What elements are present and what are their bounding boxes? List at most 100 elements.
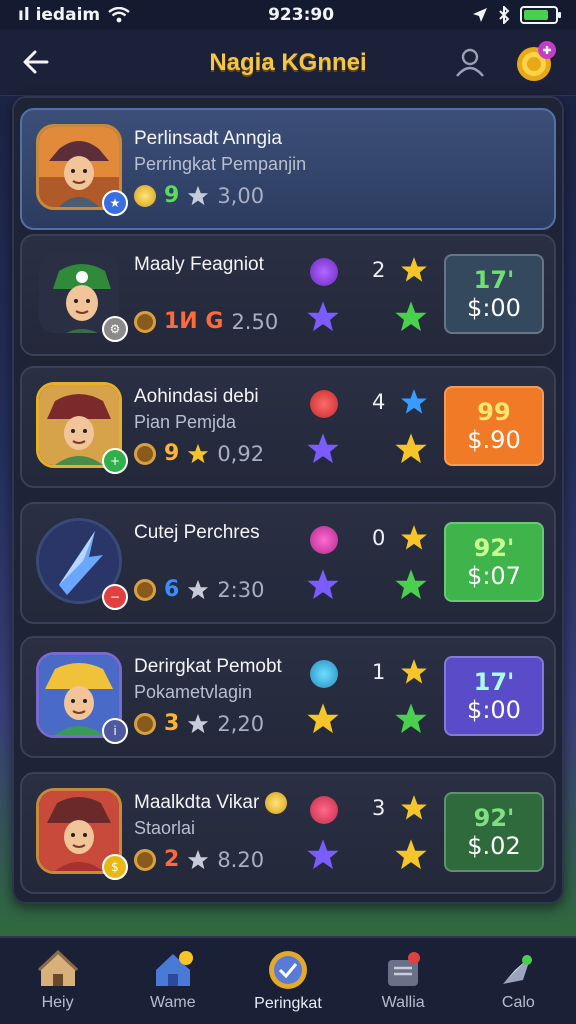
price-top: 92' (473, 804, 515, 832)
player-subtitle: Perringkat Pempanjin (134, 154, 307, 174)
reward-count: 0 (372, 526, 386, 550)
player-score: 8.20 (217, 847, 265, 872)
coin-icon (134, 184, 156, 207)
gold-star-icon (401, 659, 427, 684)
wallet-icon (388, 952, 421, 986)
avatar: − (36, 518, 128, 610)
player-stats: 2 8.20 (134, 847, 264, 872)
player-level: 2 (164, 847, 180, 872)
price-top: 99 (477, 398, 511, 426)
leaderboard-card[interactable]: + Aohindasi debi Pian Pemjda 9 0,92 4 99… (20, 366, 556, 488)
gem-icon (310, 796, 338, 824)
player-name: Perlinsadt Anngia (134, 128, 282, 149)
rewards-cluster: 0 (307, 518, 438, 614)
leaderboard-card[interactable]: − Cutej Perchres 6 2:30 0 92' $:07 (20, 502, 556, 624)
rewards-cluster: 3 (307, 788, 438, 884)
nav-label: Calo (501, 994, 535, 1011)
player-name: Cutej Perchres (134, 522, 260, 543)
wifi-icon (108, 7, 130, 23)
nav-item-game[interactable]: Wame (123, 950, 223, 1012)
coin-add-icon (517, 41, 556, 81)
page-title: Nagia KGnnei (209, 48, 367, 76)
rank-badge: + (102, 448, 128, 474)
status-bar: ıl iedaim 923:90 (0, 0, 576, 30)
price-button[interactable]: 92' $.02 (444, 792, 544, 872)
coin-icon (134, 310, 156, 333)
gold-star-icon (395, 839, 427, 870)
player-name: Maaly Feagniot (134, 254, 264, 275)
price-button[interactable]: 17' $:00 (444, 656, 544, 736)
purple-star-icon (307, 433, 339, 464)
rewards-cluster: 2 (307, 250, 438, 346)
top-bar: Nagia KGnnei (0, 30, 576, 96)
player-stats: 6 2:30 (134, 577, 264, 602)
leaderboard-card[interactable]: $ Maalkdta Vikar Staorlai 2 8.20 3 92' $… (20, 772, 556, 894)
back-button[interactable] (16, 42, 56, 82)
price-button[interactable]: 99 $.90 (444, 386, 544, 466)
coin-icon (134, 578, 156, 601)
house-badge-icon (155, 951, 193, 986)
nav-item-ranking[interactable]: Peringkat (238, 949, 338, 1013)
reward-count: 4 (372, 390, 386, 414)
reward-count: 2 (372, 258, 386, 282)
player-level: 3 (164, 711, 180, 736)
player-subtitle: Pian Pemjda (134, 412, 237, 432)
user-icon (456, 48, 484, 77)
player-level: 9 (164, 441, 180, 466)
player-name: Maalkdta Vikar (134, 792, 288, 814)
purple-star-icon (307, 839, 339, 870)
bluetooth-icon (499, 6, 510, 24)
avatar: ★ (36, 124, 128, 216)
purple-star-icon (307, 301, 339, 332)
star-icon (188, 849, 209, 869)
rank-badge: $ (102, 854, 128, 880)
player-name: Derirgkat Pemobt (134, 656, 282, 677)
location-icon (472, 8, 487, 22)
coin-shop-button[interactable] (514, 40, 558, 84)
gem-icon (310, 526, 338, 554)
star-icon (188, 443, 209, 463)
gem-icon (310, 390, 338, 418)
nav-item-home[interactable]: Heiy (8, 950, 108, 1012)
leaderboard-card[interactable]: ★ Perlinsadt Anngia Perringkat Pempanjin… (20, 108, 556, 230)
gold-star-icon (401, 257, 427, 282)
arrow-left-icon (23, 50, 49, 74)
price-button[interactable]: 92' $:07 (444, 522, 544, 602)
reward-count: 3 (372, 796, 386, 820)
rank-badge: i (102, 718, 128, 744)
player-name: Aohindasi debi (134, 386, 259, 407)
player-stats: 1И G 2.50 (134, 309, 278, 334)
gold-star-icon (401, 525, 427, 550)
player-score: 2:30 (217, 577, 265, 602)
price-amount: $.02 (467, 832, 521, 860)
bottom-nav: Heiy Wame Peringkat Wallia Calo (0, 936, 576, 1024)
player-subtitle: Staorlai (134, 818, 196, 838)
star-icon (188, 579, 209, 599)
price-button[interactable]: 17' $:00 (444, 254, 544, 334)
nav-item-other[interactable]: Calo (468, 950, 568, 1012)
leaderboard-card[interactable]: i Derirgkat Pemobt Pokametvlagin 3 2,20 … (20, 636, 556, 758)
green-star-icon (395, 569, 427, 600)
player-score: 2.50 (231, 309, 279, 334)
price-amount: $:07 (467, 562, 521, 590)
blue-star-icon (401, 389, 427, 414)
purple-star-icon (307, 569, 339, 600)
green-star-icon (395, 301, 427, 332)
profile-button[interactable] (452, 44, 488, 80)
green-star-icon (395, 703, 427, 734)
player-level: 9 (164, 183, 180, 208)
player-score: 3,00 (217, 183, 265, 208)
leaderboard-card[interactable]: ⚙ Maaly Feagniot 1И G 2.50 2 17' $:00 (20, 234, 556, 356)
player-stats: 3 2,20 (134, 711, 264, 736)
price-amount: $:00 (467, 696, 521, 724)
price-top: 17' (473, 266, 515, 294)
star-icon (188, 713, 209, 733)
coin-icon (134, 442, 156, 465)
gem-icon (310, 660, 338, 688)
coin-icon (134, 712, 156, 735)
nav-item-wallet[interactable]: Wallia (353, 950, 453, 1012)
avatar: $ (36, 788, 128, 880)
price-top: 17' (473, 668, 515, 696)
nav-label: Heiy (41, 994, 74, 1011)
player-score: 2,20 (217, 711, 265, 736)
